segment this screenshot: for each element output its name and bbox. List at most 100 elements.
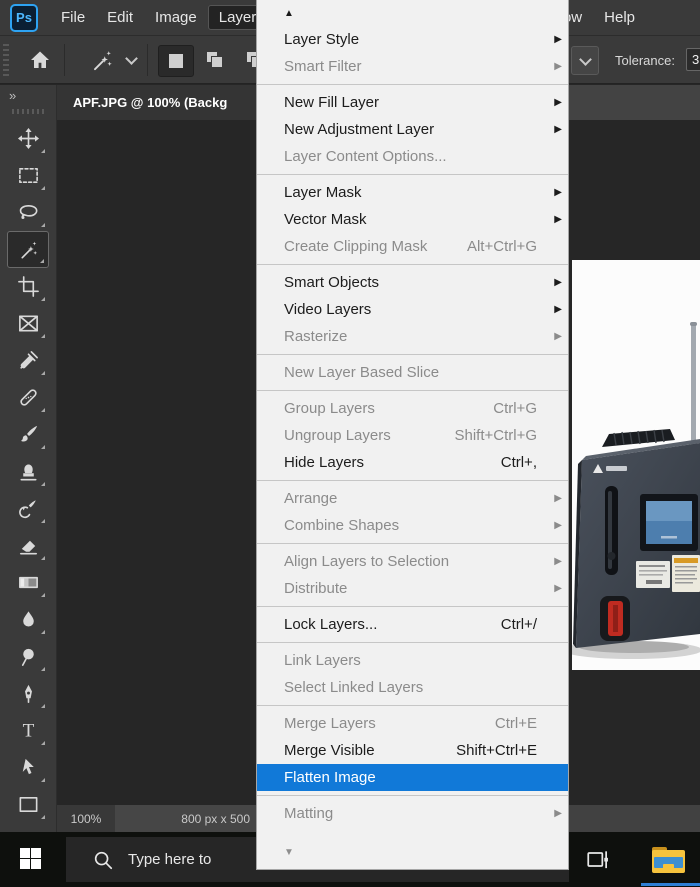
tool-frame[interactable] <box>7 305 49 342</box>
menu-scroll-down[interactable]: ▼ <box>257 843 568 861</box>
tolerance-label: Tolerance: <box>615 53 675 68</box>
menu-item-new-layer-based-slice: New Layer Based Slice <box>257 359 568 386</box>
submenu-arrow-icon: ▶ <box>554 493 562 504</box>
sample-size-dropdown[interactable] <box>571 46 599 75</box>
tool-crop[interactable] <box>7 268 49 305</box>
menu-item-shortcut: Ctrl+, <box>500 454 537 471</box>
menubar-item-image[interactable]: Image <box>144 5 208 30</box>
menubar-item-edit[interactable]: Edit <box>96 5 144 30</box>
options-separator <box>64 44 65 76</box>
menubar-item-file[interactable]: File <box>50 5 96 30</box>
canvas-photo[interactable] <box>562 260 700 670</box>
menu-item-vector-mask[interactable]: Vector Mask ▶ <box>257 206 568 233</box>
triangle-down-icon: ▼ <box>284 846 294 858</box>
tool-brush[interactable] <box>7 416 49 453</box>
rectangle-icon <box>19 796 37 813</box>
menu-item-label: Arrange <box>284 490 338 507</box>
eraser-icon <box>19 540 37 555</box>
magic-wand-icon <box>20 241 37 259</box>
type-icon: T <box>22 721 34 742</box>
menu-item-label: Video Layers <box>284 301 372 318</box>
tool-gradient[interactable] <box>7 564 49 601</box>
tool-pen[interactable] <box>7 675 49 712</box>
menu-separator <box>257 480 568 481</box>
tool-dodge[interactable] <box>7 638 49 675</box>
menu-item-arrange: Arrange ▶ <box>257 485 568 512</box>
tool-blur[interactable] <box>7 601 49 638</box>
rectangular-marquee-icon <box>18 167 38 184</box>
menu-separator <box>257 174 568 175</box>
menu-item-label: Hide Layers <box>284 454 365 471</box>
submenu-arrow-icon: ▶ <box>554 331 562 342</box>
menu-item-flatten-image[interactable]: Flatten Image <box>257 764 568 791</box>
options-bar-grip[interactable] <box>3 44 9 76</box>
menu-separator <box>257 795 568 796</box>
menu-item-create-clipping-mask: Create Clipping Mask Alt+Ctrl+G <box>257 233 568 260</box>
menu-item-layer-mask[interactable]: Layer Mask ▶ <box>257 179 568 206</box>
tool-rectangular-marquee[interactable] <box>7 157 49 194</box>
tool-lasso[interactable] <box>7 194 49 231</box>
panel-grip[interactable] <box>12 109 44 114</box>
crop-icon <box>17 276 39 297</box>
home-button[interactable] <box>22 44 58 76</box>
menu-item-label: Combine Shapes <box>284 517 400 534</box>
menu-item-combine-shapes: Combine Shapes ▶ <box>257 512 568 539</box>
menu-item-new-adjustment-layer[interactable]: New Adjustment Layer ▶ <box>257 116 568 143</box>
tolerance-input[interactable] <box>686 48 700 71</box>
windows-start-button[interactable] <box>20 848 41 869</box>
tool-path-selection[interactable] <box>7 749 49 786</box>
menu-separator <box>257 264 568 265</box>
menu-item-video-layers[interactable]: Video Layers ▶ <box>257 296 568 323</box>
menu-item-hide-layers[interactable]: Hide Layers Ctrl+, <box>257 449 568 476</box>
tool-spot-healing-brush[interactable] <box>7 379 49 416</box>
menu-item-label: Layer Style <box>284 31 360 48</box>
submenu-arrow-icon: ▶ <box>554 808 562 819</box>
menu-item-label: Flatten Image <box>284 769 376 786</box>
menu-item-label: New Adjustment Layer <box>284 121 435 138</box>
menu-item-label: Align Layers to Selection <box>284 553 450 570</box>
tool-eyedropper[interactable] <box>7 342 49 379</box>
brush-icon <box>20 425 37 442</box>
submenu-arrow-icon: ▶ <box>554 214 562 225</box>
menu-scroll-up[interactable]: ▲ <box>257 0 568 26</box>
menu-item-link-layers: Link Layers <box>257 647 568 674</box>
submenu-arrow-icon: ▶ <box>554 304 562 315</box>
file-explorer-button[interactable] <box>652 847 685 873</box>
add-to-selection-icon <box>207 52 223 68</box>
new-selection-icon <box>169 54 183 68</box>
new-selection-button[interactable] <box>158 45 194 77</box>
submenu-arrow-icon: ▶ <box>554 97 562 108</box>
zoom-level-field[interactable]: 100% <box>57 805 115 832</box>
tool-history-brush[interactable] <box>7 490 49 527</box>
tool-type[interactable]: T <box>7 712 49 749</box>
menu-item-smart-objects[interactable]: Smart Objects ▶ <box>257 269 568 296</box>
document-size-field[interactable]: 800 px x 500 <box>115 805 256 832</box>
menu-item-merge-visible[interactable]: Merge Visible Shift+Ctrl+E <box>257 737 568 764</box>
tool-rectangle[interactable] <box>7 786 49 823</box>
wand-preset-button[interactable] <box>82 44 122 76</box>
task-view-button[interactable] <box>584 846 612 874</box>
expand-panel-button[interactable]: » <box>0 85 56 103</box>
menu-item-label: Distribute <box>284 580 348 597</box>
document-tab[interactable]: APF.JPG @ 100% (Backg <box>57 85 257 120</box>
menu-item-new-fill-layer[interactable]: New Fill Layer ▶ <box>257 89 568 116</box>
menu-item-layer-content-options: Layer Content Options... <box>257 143 568 170</box>
tool-eraser[interactable] <box>7 527 49 564</box>
eyedropper-icon <box>19 351 38 369</box>
tool-magic-wand[interactable] <box>7 231 49 268</box>
svg-text:T: T <box>22 721 34 742</box>
menu-item-group-layers: Group Layers Ctrl+G <box>257 395 568 422</box>
tool-clone-stamp[interactable] <box>7 453 49 490</box>
add-to-selection-button[interactable] <box>198 45 232 75</box>
menu-item-layer-style[interactable]: Layer Style ▶ <box>257 26 568 53</box>
submenu-arrow-icon: ▶ <box>554 61 562 72</box>
menubar-item-help[interactable]: Help <box>593 5 646 30</box>
tool-move[interactable] <box>7 120 49 157</box>
submenu-arrow-icon: ▶ <box>554 34 562 45</box>
menu-item-smart-filter: Smart Filter ▶ <box>257 53 568 80</box>
wand-options-chevron[interactable] <box>122 44 140 76</box>
photoshop-window: Ps File Edit Image Layer ow Help Toleran… <box>0 0 700 887</box>
menu-item-lock-layers[interactable]: Lock Layers... Ctrl+/ <box>257 611 568 638</box>
submenu-arrow-icon: ▶ <box>554 556 562 567</box>
submenu-arrow-icon: ▶ <box>554 520 562 531</box>
